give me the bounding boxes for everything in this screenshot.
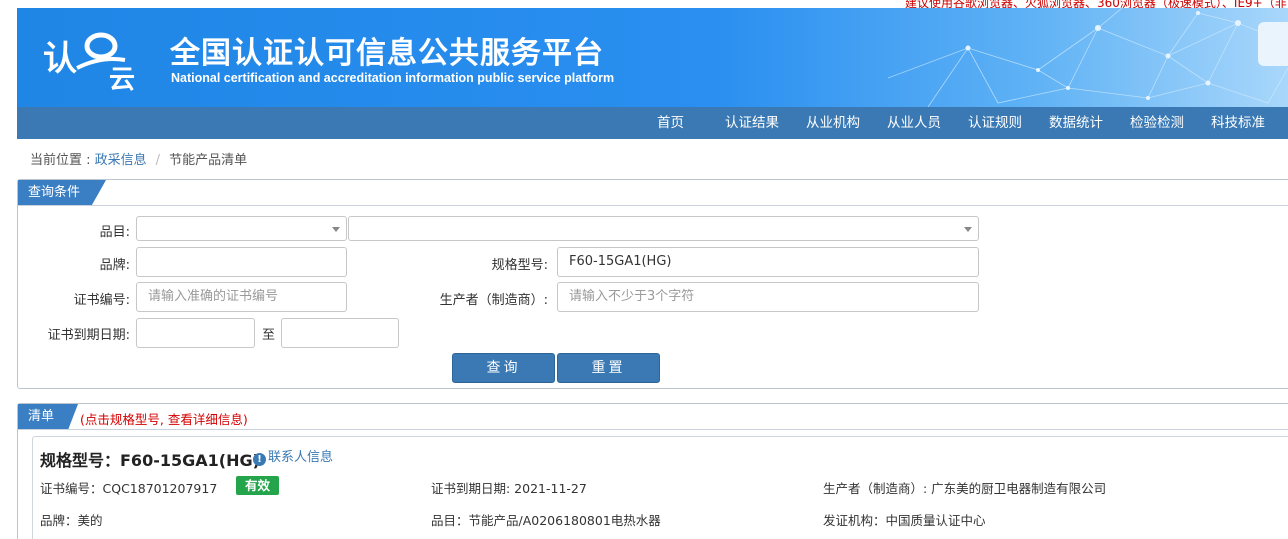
- query-panel-header: 查询条件: [18, 180, 1288, 206]
- main-navigation: 首页 认证结果 从业机构 从业人员 认证规则 数据统计 检验检测 科技标准: [17, 107, 1288, 139]
- nav-inspection[interactable]: 检验检测: [1130, 107, 1184, 139]
- info-icon: !: [253, 453, 266, 466]
- breadcrumb-link[interactable]: 政采信息: [95, 153, 147, 168]
- browser-recommendation-notice: 建议使用谷歌浏览器、火狐浏览器、360浏览器（极速模式）、IE9+（非: [905, 0, 1287, 8]
- expiry-date-value: 证书到期日期: 2021-11-27: [431, 481, 587, 496]
- status-badge: 有效: [236, 476, 279, 495]
- reset-button[interactable]: 重置: [557, 353, 660, 383]
- producer-input[interactable]: 请输入不少于3个字符: [557, 282, 979, 312]
- model-input[interactable]: F60-15GA1(HG): [557, 247, 979, 277]
- result-list-header: 清单 (点击规格型号, 查看详细信息): [18, 404, 1288, 430]
- nav-statistics[interactable]: 数据统计: [1049, 107, 1103, 139]
- chevron-down-icon: [332, 227, 340, 232]
- brand-label: 品牌:: [99, 258, 130, 273]
- category-select-secondary[interactable]: [348, 216, 979, 241]
- chevron-down-icon: [964, 227, 972, 232]
- svg-text:云: 云: [109, 65, 135, 92]
- result-model-title[interactable]: 规格型号：F60-15GA1(HG): [40, 447, 260, 471]
- result-card: 规格型号：F60-15GA1(HG) ! 联系人信息 证书编号：CQC187012…: [32, 436, 1288, 539]
- brand-value: 品牌：美的: [40, 513, 103, 528]
- expiry-date-to-input[interactable]: [281, 318, 399, 348]
- issuer-value: 发证机构：中国质量认证中心: [823, 513, 986, 528]
- producer-label: 生产者（制造商）:: [439, 293, 548, 308]
- breadcrumb-current: 节能产品清单: [169, 153, 248, 168]
- nav-standards[interactable]: 科技标准: [1211, 107, 1265, 139]
- result-list-hint: (点击规格型号, 查看详细信息): [80, 412, 248, 427]
- site-title: 全国认证认可信息公共服务平台: [170, 36, 604, 71]
- nav-practitioners[interactable]: 从业人员: [887, 107, 941, 139]
- category-label: 品目:: [99, 225, 130, 240]
- side-widget-icon[interactable]: [1258, 22, 1288, 66]
- brand-input[interactable]: [136, 247, 347, 277]
- breadcrumb-separator: /: [155, 153, 161, 168]
- cert-number-value: 证书编号：CQC18701207917: [40, 481, 218, 496]
- network-decoration: [887, 8, 1288, 107]
- nav-cert-results[interactable]: 认证结果: [725, 107, 779, 139]
- nav-home[interactable]: 首页: [657, 107, 684, 139]
- site-logo[interactable]: 认 云: [41, 26, 141, 95]
- cert-number-input[interactable]: 请输入准确的证书编号: [136, 282, 347, 312]
- category-value: 品目：节能产品/A0206180801电热水器: [431, 513, 661, 528]
- nav-institutions[interactable]: 从业机构: [806, 107, 860, 139]
- site-subtitle: National certification and accreditation…: [171, 71, 615, 85]
- site-header-banner: 认 云 全国认证认可信息公共服务平台 National certificatio…: [17, 8, 1288, 107]
- expiry-range-separator: 至: [261, 328, 275, 343]
- breadcrumb: 当前位置 : 政采信息 / 节能产品清单: [30, 149, 247, 168]
- query-panel: 查询条件 品目: 品牌: 规格型号: F60-15GA1(HG) 证书编号: 请…: [17, 179, 1288, 389]
- contact-info-label: 联系人信息: [268, 450, 334, 465]
- nav-cert-rules[interactable]: 认证规则: [968, 107, 1022, 139]
- producer-value: 生产者（制造商）: 广东美的厨卫电器制造有限公司: [823, 481, 1107, 496]
- result-list-panel: 清单 (点击规格型号, 查看详细信息) 规格型号：F60-15GA1(HG) !…: [17, 403, 1288, 539]
- breadcrumb-prefix: 当前位置 :: [30, 153, 91, 168]
- model-label: 规格型号:: [491, 258, 548, 273]
- contact-info-link[interactable]: ! 联系人信息: [253, 446, 333, 466]
- svg-text:认: 认: [43, 39, 77, 79]
- search-button[interactable]: 查询: [452, 353, 555, 383]
- result-list-tab: 清单: [18, 404, 78, 429]
- query-panel-tab: 查询条件: [18, 180, 106, 205]
- cert-number-label: 证书编号:: [73, 293, 130, 308]
- expiry-date-from-input[interactable]: [136, 318, 255, 348]
- expiry-date-label: 证书到期日期:: [47, 328, 130, 343]
- category-select-primary[interactable]: [136, 216, 347, 241]
